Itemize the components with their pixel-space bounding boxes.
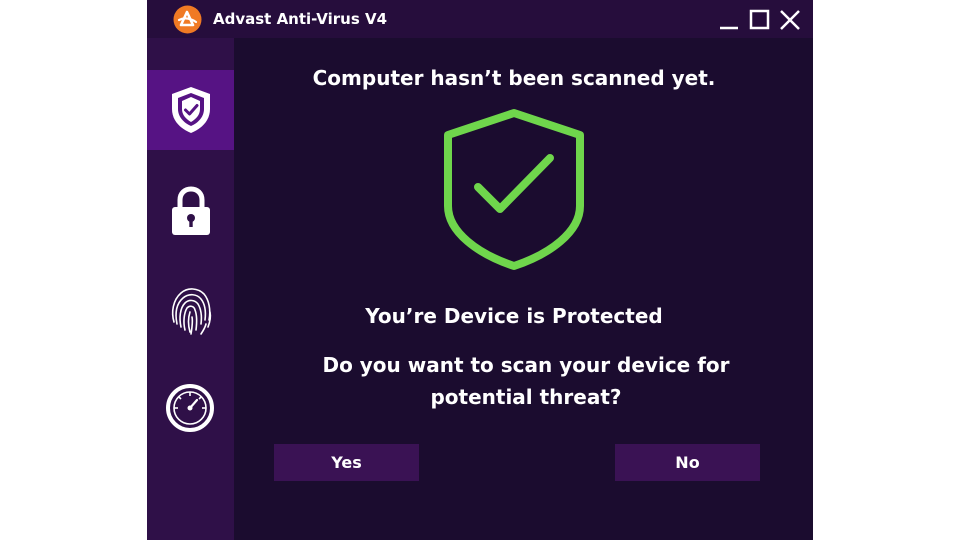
main-content: Computer hasn’t been scanned yet. You’re… <box>234 38 813 540</box>
maximize-icon[interactable] <box>749 9 771 31</box>
no-button[interactable]: No <box>615 444 760 481</box>
scan-question-line-1: Do you want to scan your device for <box>322 353 730 377</box>
app-title: Advast Anti-Virus V4 <box>213 10 388 28</box>
lock-icon <box>172 186 210 235</box>
scan-question: Do you want to scan your device for pote… <box>304 349 748 413</box>
title-bar: Advast Anti-Virus V4 <box>147 0 813 38</box>
advast-logo-icon <box>173 5 202 34</box>
close-icon[interactable] <box>779 9 801 31</box>
scan-question-line-2: potential threat? <box>430 385 622 409</box>
fingerprint-icon <box>171 288 212 335</box>
speedometer-icon <box>166 384 214 432</box>
sidebar-item-performance[interactable] <box>147 368 234 448</box>
sidebar-item-lock[interactable] <box>147 170 234 250</box>
scan-status-title: Computer hasn’t been scanned yet. <box>312 66 716 90</box>
protection-status-text: You’re Device is Protected <box>365 304 663 328</box>
protected-shield-icon <box>444 109 584 270</box>
antivirus-window: Advast Anti-Virus V4 Computer hasn’t bee… <box>147 0 813 540</box>
yes-button[interactable]: Yes <box>274 444 419 481</box>
sidebar-item-protection[interactable] <box>147 70 234 150</box>
shield-check-icon <box>172 87 210 133</box>
sidebar <box>147 38 234 540</box>
minimize-icon[interactable] <box>718 9 740 31</box>
sidebar-item-fingerprint[interactable] <box>147 270 234 350</box>
